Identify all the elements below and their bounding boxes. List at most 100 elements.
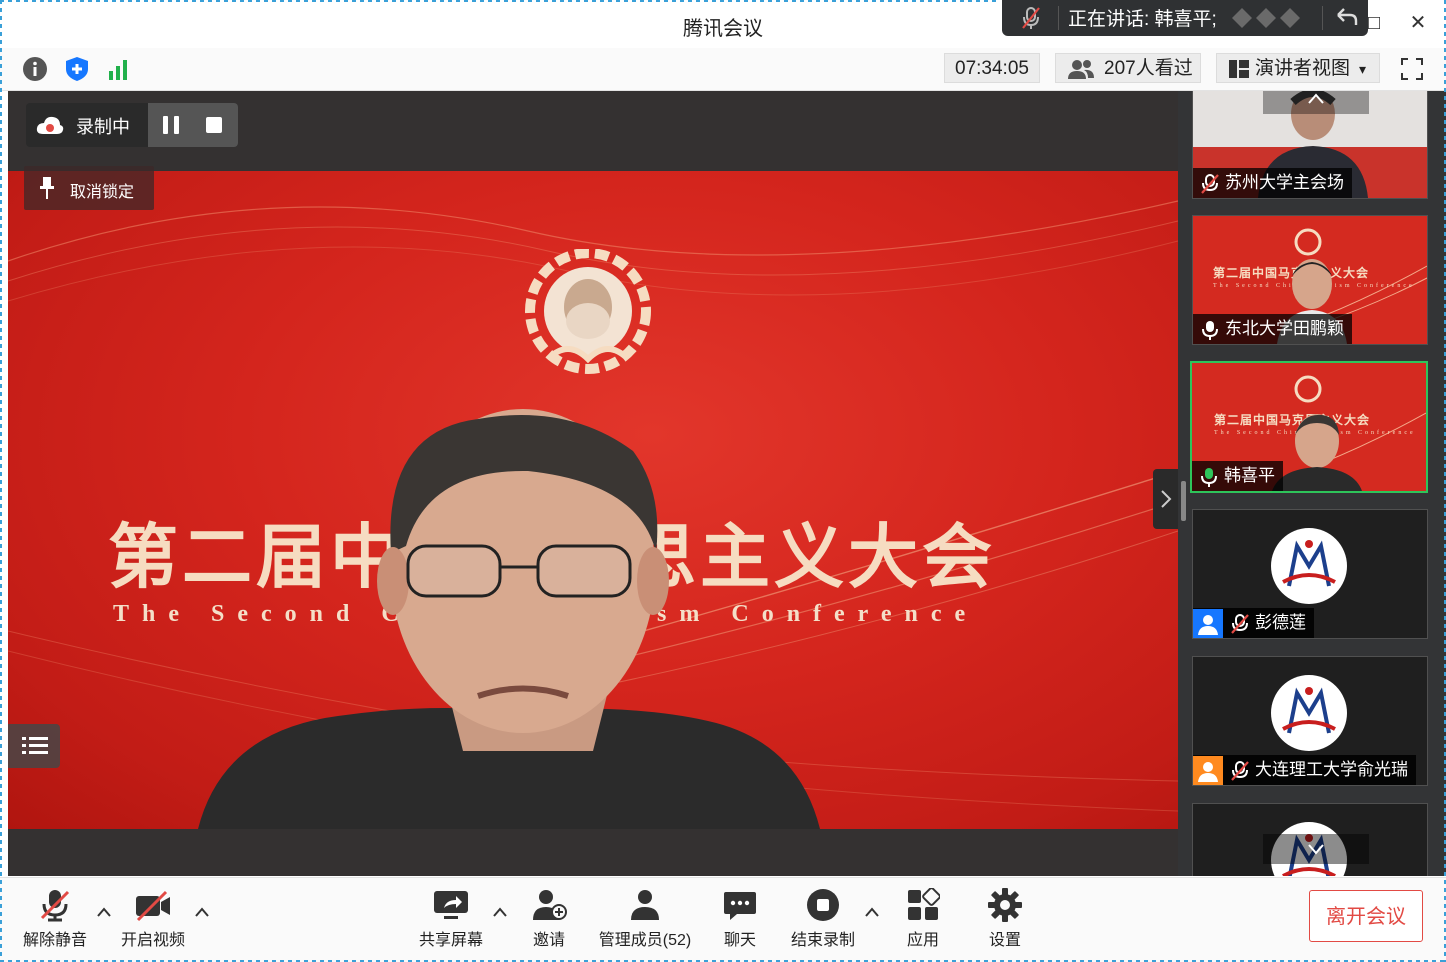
end-recording-button[interactable]: 结束录制 — [786, 888, 860, 958]
participant-label: 彭德莲 — [1193, 608, 1314, 638]
apps-icon — [908, 888, 940, 920]
info-icon[interactable] — [22, 56, 48, 82]
share-screen-button[interactable]: 共享屏幕 — [414, 888, 488, 958]
pause-icon[interactable] — [160, 115, 182, 135]
manage-members-button[interactable]: 管理成员(52) — [596, 888, 694, 958]
scroll-down-button[interactable] — [1263, 834, 1369, 864]
return-icon[interactable] — [1332, 4, 1360, 30]
chevron-up-icon[interactable] — [194, 906, 210, 918]
muted-mic-icon — [1231, 613, 1249, 634]
user-avatar-icon — [1193, 755, 1223, 785]
list-icon — [22, 737, 48, 754]
divider — [1322, 6, 1323, 30]
add-user-icon — [533, 890, 567, 920]
participant-name: 彭德莲 — [1255, 613, 1306, 632]
member-list-toggle[interactable] — [8, 724, 60, 768]
apps-button[interactable]: 应用 — [896, 888, 950, 958]
chat-label: 聊天 — [723, 932, 756, 949]
muted-mic-icon — [40, 890, 70, 922]
leave-meeting-button[interactable]: 离开会议 — [1309, 890, 1423, 942]
participant-tile[interactable]: 彭德莲 — [1192, 509, 1428, 639]
video-off-icon — [136, 890, 170, 922]
sidebar-scrollbar[interactable] — [1181, 481, 1186, 521]
unmute-label: 解除静音 — [22, 932, 87, 949]
start-video-label: 开启视频 — [120, 932, 185, 949]
chevron-right-icon — [1161, 490, 1172, 508]
chat-icon — [724, 892, 756, 920]
organization-logo — [1271, 675, 1347, 751]
organization-logo-mark — [1282, 687, 1336, 734]
meeting-timer: 07:34:05 — [944, 53, 1040, 83]
participant-label: 大连理工大学俞光瑞 — [1193, 755, 1416, 785]
participant-tile[interactable]: 苏州大学主会场 — [1192, 91, 1428, 199]
divider — [1058, 6, 1059, 30]
viewers-count-button[interactable]: 207人看过 — [1055, 53, 1201, 83]
speaker-view-icon — [1229, 60, 1249, 78]
chevron-up-icon[interactable] — [492, 906, 508, 918]
mic-icon — [1202, 320, 1218, 340]
fullscreen-icon[interactable] — [1400, 57, 1424, 81]
organization-logo — [1271, 528, 1347, 604]
recording-label: 录制中 — [76, 117, 130, 137]
viewers-count: 207人看过 — [1104, 58, 1193, 79]
participant-name: 大连理工大学俞光瑞 — [1255, 760, 1408, 779]
chevron-up-icon[interactable] — [864, 906, 880, 918]
participant-tile[interactable] — [1192, 803, 1428, 876]
participant-name: 苏州大学主会场 — [1225, 173, 1344, 192]
manage-members-label: 管理成员(52) — [598, 932, 692, 949]
stop-icon[interactable] — [204, 115, 224, 135]
chevron-down-icon: ▾ — [1359, 61, 1367, 77]
signal-icon[interactable] — [106, 56, 132, 82]
recording-controls — [148, 103, 238, 147]
chat-button[interactable]: 聊天 — [710, 888, 770, 958]
participant-label: 东北大学田鹏颖 — [1193, 314, 1352, 344]
view-mode-dropdown[interactable]: 演讲者视图 ▾ — [1216, 53, 1380, 83]
gear-icon — [988, 888, 1022, 922]
participant-label: 苏州大学主会场 — [1193, 168, 1352, 198]
invite-button[interactable]: 邀请 — [518, 888, 580, 958]
muted-mic-icon — [1022, 7, 1040, 29]
chevron-up-icon[interactable] — [96, 906, 112, 918]
view-mode-label: 演讲者视图 — [1255, 58, 1351, 79]
apps-label: 应用 — [906, 932, 939, 949]
participant-tile[interactable]: 大连理工大学俞光瑞 — [1192, 656, 1428, 786]
window-frame — [0, 0, 2, 962]
share-screen-label: 共享屏幕 — [418, 932, 483, 949]
participant-label: 韩喜平 — [1192, 461, 1283, 491]
speaking-indicator: 正在讲话: 韩喜平; — [1002, 0, 1368, 36]
settings-button[interactable]: 设置 — [978, 888, 1032, 958]
muted-mic-icon — [1231, 760, 1249, 781]
people-icon — [1068, 60, 1094, 79]
shield-icon[interactable] — [64, 56, 90, 82]
pin-icon — [40, 177, 54, 199]
invite-label: 邀请 — [532, 932, 565, 949]
stop-recording-icon — [807, 889, 839, 921]
mic-icon — [1201, 467, 1217, 487]
scroll-up-button[interactable] — [1263, 91, 1369, 114]
participant-sidebar: 苏州大学主会场 第二届中国马克思主义大会 The Second China Ma… — [1178, 91, 1446, 876]
unmute-button[interactable]: 解除静音 — [18, 888, 92, 958]
settings-label: 设置 — [988, 932, 1021, 949]
participant-name: 东北大学田鹏颖 — [1225, 319, 1344, 338]
cloud-record-icon — [36, 116, 64, 134]
participant-name: 韩喜平 — [1224, 466, 1275, 485]
user-avatar-icon — [1193, 608, 1223, 638]
meeting-info-bar: 07:34:05 207人看过 演讲者视图 ▾ — [0, 48, 1446, 91]
participant-face — [1272, 414, 1362, 491]
organization-logo-mark — [1282, 540, 1336, 587]
meeting-window: 腾讯会议 □ ✕ 正在讲话: 韩喜平; 07:34:05 207人看过 演讲者视… — [0, 0, 1446, 962]
speaking-text: 正在讲话: 韩喜平; — [1068, 9, 1217, 30]
speaker-avatars-icon — [1232, 8, 1300, 28]
recording-indicator: 录制中 — [26, 103, 238, 147]
participant-tile-active[interactable]: 第二届中国马克思主义大会 The Second China Marxism Co… — [1190, 361, 1428, 493]
close-button[interactable]: ✕ — [1404, 8, 1432, 38]
unpin-label: 取消锁定 — [70, 184, 135, 201]
collapse-sidebar-button[interactable] — [1153, 469, 1178, 529]
members-icon — [631, 890, 659, 920]
speaker-video — [198, 409, 820, 829]
window-frame — [0, 0, 1000, 2]
participant-tile[interactable]: 第二届中国马克思主义大会 The Second China Marxism Co… — [1192, 215, 1428, 345]
unpin-button[interactable]: 取消锁定 — [24, 166, 154, 210]
muted-mic-icon — [1201, 173, 1219, 194]
start-video-button[interactable]: 开启视频 — [116, 888, 190, 958]
